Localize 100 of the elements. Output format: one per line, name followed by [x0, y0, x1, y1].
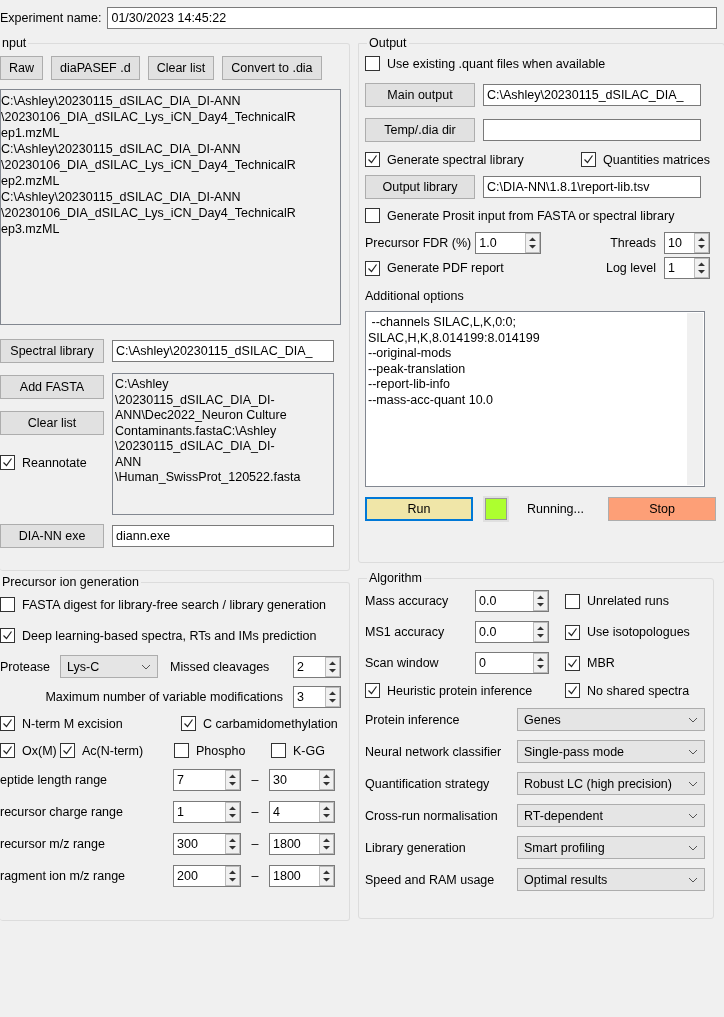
field-label: Cross-run normalisation — [365, 808, 499, 823]
group-title: Precursor ion generation — [1, 575, 140, 589]
spin-field[interactable]: 0.0 — [475, 590, 549, 612]
field-label: Missed cleavages — [170, 659, 270, 674]
chevron-icon — [688, 812, 698, 819]
field-label: Scan window — [365, 656, 440, 670]
spin-field[interactable]: 10 — [664, 232, 710, 254]
spin-arrows-icon[interactable] — [225, 802, 240, 822]
spin-arrows-icon[interactable] — [325, 687, 340, 707]
options-textarea[interactable]: --channels SILAC,L,K,0:0; SILAC,H,K,8.014199:8.014199 --original-mods --peak-translation --report-lib-info --mass-acc-quant 10.0 — [365, 311, 705, 487]
chevron-icon — [688, 844, 698, 851]
spin-field[interactable]: 1.0 — [475, 232, 542, 254]
checkbox[interactable]: Quantities matrices — [581, 152, 710, 167]
main-output-button[interactable]: Main output — [365, 83, 475, 107]
spin-arrows-icon[interactable] — [694, 258, 709, 278]
temp-dir-button[interactable]: Temp/.dia dir — [365, 118, 475, 142]
field-label: Maximum number of variable modifications — [45, 690, 283, 704]
file-list[interactable]: C:\Ashley\20230115_dSILAC_DIA_DI-ANN \20230106_DIA_dSILAC_Lys_iCN_Day4_TechnicalR ep1.mzML C:\Ashley\20230115_dSILAC_DIA_DI-ANN \20230106_DIA_dSILAC_Lys_iCN_Day4_TechnicalR ep2.mzML C:\Ashley\20230115_dSILAC_DIA_DI-ANN \20230106_DIA_dSILAC_Lys_iCN_Day4_TechnicalR ep3.mzML — [0, 89, 341, 325]
checkbox[interactable]: Use existing .quant files when available — [365, 56, 606, 71]
checkmark-icon — [567, 657, 578, 669]
spin-arrows-icon[interactable] — [319, 866, 334, 886]
dropdown[interactable]: Robust LC (high precision) — [517, 772, 705, 795]
spin-arrows-icon[interactable] — [533, 622, 548, 642]
spin-field[interactable]: 200 — [173, 865, 241, 887]
spin-arrows-icon[interactable] — [225, 770, 240, 790]
section-label: Additional options — [365, 289, 465, 303]
checkmark-icon — [2, 745, 13, 756]
dropdown[interactable]: Smart profiling — [517, 836, 705, 859]
field-label: Protein inference — [365, 712, 461, 727]
path-field[interactable]: C:\DIA-NN\1.8.1\report-lib.tsv — [483, 176, 701, 198]
checkbox[interactable]: Generate Prosit input from FASTA or spectral library — [365, 208, 675, 223]
spin-field[interactable]: 0.0 — [475, 621, 549, 643]
spin-arrows-icon[interactable] — [694, 233, 709, 253]
spin-arrows-icon[interactable] — [533, 653, 548, 673]
status-text: Running... — [527, 502, 584, 516]
checkbox[interactable]: Reannotate — [0, 455, 87, 470]
checkbox[interactable]: Use isotopologues — [565, 624, 690, 640]
checkbox[interactable]: K-GG — [271, 743, 341, 758]
checkbox[interactable]: Unrelated runs — [565, 593, 669, 609]
field-label: recursor charge range — [0, 805, 124, 819]
add-fasta-button[interactable]: Add FASTA — [0, 375, 104, 399]
dropdown[interactable]: Optimal results — [517, 868, 705, 891]
spin-field[interactable]: 1800 — [269, 865, 335, 887]
library-button[interactable]: Spectral library — [0, 339, 104, 363]
fasta-list[interactable]: C:\Ashley \20230115_dSILAC_DIA_DI- ANN\Dec2022_Neuron Culture Contaminants.fastaC:\Ashley \20230115_dSILAC_DIA_DI- ANN \Human_SwissProt_120522.fasta — [112, 373, 334, 515]
checkbox[interactable]: Ox(M) — [0, 743, 60, 758]
output-library-button[interactable]: Output library — [365, 175, 475, 199]
spin-arrows-icon[interactable] — [225, 866, 240, 886]
exe-button[interactable]: DIA-NN exe — [0, 524, 104, 548]
path-field[interactable]: C:\Ashley\20230115_dSILAC_DIA_ — [483, 84, 701, 106]
checkmark-icon — [567, 685, 578, 696]
toolbar-button[interactable]: Convert to .dia — [222, 56, 322, 80]
spin-field[interactable]: 4 — [269, 801, 335, 823]
path-field[interactable] — [483, 119, 701, 141]
checkbox[interactable]: C carbamidomethylation — [181, 716, 338, 731]
spin-arrows-icon[interactable] — [319, 834, 334, 854]
path-field[interactable]: C:\Ashley\20230115_dSILAC_DIA_ — [112, 340, 334, 362]
dropdown[interactable]: Single-pass mode — [517, 740, 705, 763]
dropdown[interactable]: RT-dependent — [517, 804, 705, 827]
spin-field[interactable]: 0 — [475, 652, 549, 674]
range-dash: – — [250, 869, 260, 883]
dropdown[interactable]: Lys-C — [60, 655, 158, 678]
checkbox[interactable]: Heuristic protein inference — [365, 683, 533, 698]
experiment-name-field[interactable]: 01/30/2023 14:45:22 — [107, 7, 718, 29]
spin-field[interactable]: 3 — [293, 686, 341, 708]
spin-field[interactable]: 7 — [173, 769, 241, 791]
stop-button[interactable]: Stop — [608, 497, 716, 521]
status-indicator — [485, 498, 507, 520]
toolbar-button[interactable]: Raw — [0, 56, 43, 80]
spin-arrows-icon[interactable] — [325, 656, 340, 677]
checkbox[interactable]: Generate PDF report — [365, 260, 504, 276]
spin-arrows-icon[interactable] — [525, 233, 541, 253]
toolbar-button[interactable]: diaPASEF .d — [51, 56, 140, 80]
clear-list-button[interactable]: Clear list — [0, 411, 104, 435]
spin-field[interactable]: 30 — [269, 769, 335, 791]
spin-field[interactable]: 1800 — [269, 833, 335, 855]
field-label: Protease — [0, 659, 52, 674]
toolbar-button[interactable]: Clear list — [147, 56, 215, 80]
exe-field[interactable]: diann.exe — [112, 525, 334, 547]
spin-arrows-icon[interactable] — [533, 591, 548, 611]
dropdown[interactable]: Genes — [517, 708, 705, 731]
spin-arrows-icon[interactable] — [319, 802, 334, 822]
spin-field[interactable]: 300 — [173, 833, 241, 855]
field-label: Library generation — [365, 840, 467, 855]
checkbox[interactable]: Generate spectral library — [365, 152, 524, 167]
spin-field[interactable]: 1 — [664, 257, 710, 279]
checkbox[interactable]: No shared spectra — [565, 683, 690, 698]
checkbox[interactable]: Phospho — [174, 743, 271, 758]
checkbox[interactable]: Deep learning-based spectra, RTs and IMs prediction — [0, 628, 317, 643]
spin-field[interactable]: 1 — [173, 801, 241, 823]
spin-field[interactable]: 2 — [293, 655, 341, 678]
chevron-icon — [688, 748, 698, 755]
spin-arrows-icon[interactable] — [225, 834, 240, 854]
checkbox[interactable]: N-term M excision — [0, 716, 123, 731]
checkbox[interactable]: FASTA digest for library-free search / library generation — [0, 597, 327, 612]
checkbox[interactable]: Ac(N-term) — [60, 743, 174, 758]
run-button[interactable]: Run — [365, 497, 473, 521]
checkmark-icon — [367, 685, 378, 696]
spin-arrows-icon[interactable] — [319, 770, 334, 790]
checkbox[interactable]: MBR — [565, 655, 615, 671]
